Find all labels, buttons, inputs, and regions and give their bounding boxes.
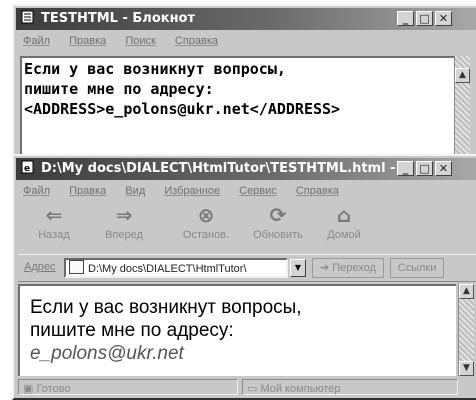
back-button[interactable]: ⇐ Назад <box>18 202 90 242</box>
zone-text: Мой компьютер <box>260 383 341 395</box>
close-button[interactable]: ✕ <box>435 161 452 176</box>
scroll-up-arrow-icon[interactable]: ▲ <box>455 68 470 83</box>
status-text: Готово <box>36 383 71 395</box>
links-button[interactable]: Ссылки <box>390 258 444 278</box>
refresh-label: Обновить <box>253 229 303 241</box>
zone-panel: ▭ Мой компьютер <box>242 379 458 395</box>
menu-help[interactable]: Справка <box>175 35 218 47</box>
forward-label: Вперед <box>105 229 143 241</box>
browser-title: D:\My docs\DIALECT\HtmlTutor\TESTHTML.ht… <box>41 161 396 176</box>
forward-icon: ⇒ <box>115 203 133 227</box>
notepad-text-area[interactable]: Если у вас возникнут вопросы, пишите мне… <box>20 56 456 166</box>
address-label: Адрес <box>24 261 56 273</box>
browser-page-icon: e <box>20 160 36 174</box>
page-icon <box>69 260 84 274</box>
refresh-button[interactable]: ⟳ Обновить <box>242 202 314 242</box>
browser-toolbar: ⇐ Назад ⇒ Вперед ⊗ Останов. ⟳ Обновить ⌂… <box>18 202 476 250</box>
menu-edit[interactable]: Правка <box>69 35 106 47</box>
menu-view[interactable]: Вид <box>125 185 145 197</box>
computer-icon: ▭ <box>247 383 258 395</box>
forward-button[interactable]: ⇒ Вперед <box>88 202 160 242</box>
browser-scrollbar[interactable]: ▲ ▼ <box>458 284 474 376</box>
notepad-title-bar[interactable]: TESTHTML - Блокнот _ □ ✕ <box>16 8 476 30</box>
stop-label: Останов. <box>182 229 230 241</box>
go-arrow-icon: ➔ <box>320 262 330 274</box>
go-button[interactable]: ➔ Переход <box>312 258 384 278</box>
notepad-line-2: пишите мне по адресу: <box>24 80 214 98</box>
status-page-icon: ▣ <box>23 383 34 395</box>
menu-help[interactable]: Справка <box>296 185 339 197</box>
minimize-button[interactable]: _ <box>397 161 414 176</box>
svg-text:e: e <box>24 164 30 174</box>
menu-edit[interactable]: Правка <box>69 185 106 197</box>
refresh-icon: ⟳ <box>269 203 287 227</box>
maximize-button[interactable]: □ <box>416 161 433 176</box>
notepad-title: TESTHTML - Блокнот <box>41 11 196 26</box>
status-panel: ▣ Готово <box>18 379 238 395</box>
menu-favorites[interactable]: Избранное <box>164 185 220 197</box>
notepad-scrollbar[interactable]: ▲ <box>454 56 470 162</box>
go-label: Переход <box>332 262 376 274</box>
back-label: Назад <box>38 229 70 241</box>
links-label: Ссылки <box>397 262 437 274</box>
browser-window: e D:\My docs\DIALECT\HtmlTutor\TESTHTML.… <box>12 154 476 400</box>
address-input[interactable]: D:\My docs\DIALECT\HtmlTutor\ <box>64 258 288 278</box>
back-icon: ⇐ <box>45 203 63 227</box>
browser-title-bar[interactable]: e D:\My docs\DIALECT\HtmlTutor\TESTHTML.… <box>16 158 476 180</box>
stop-icon: ⊗ <box>197 203 215 227</box>
content-address[interactable]: e_polons@ukr.net <box>20 342 456 365</box>
content-line-1: Если у вас возникнут вопросы, <box>30 297 302 318</box>
stop-button[interactable]: ⊗ Останов. <box>170 202 242 242</box>
menu-file[interactable]: Файл <box>23 35 50 47</box>
menu-tools[interactable]: Сервис <box>239 185 277 197</box>
notepad-line-3: <ADDRESS>e_polons@ukr.net</ADDRESS> <box>24 100 341 118</box>
address-dropdown-icon[interactable]: ▼ <box>290 259 306 277</box>
status-bar: ▣ Готово ▭ Мой компьютер <box>18 378 476 396</box>
page-content: Если у вас возникнут вопросы, пишите мне… <box>18 284 456 376</box>
home-icon: ⌂ <box>336 203 352 227</box>
browser-menu-bar: Файл Правка Вид Избранное Сервис Справка <box>16 182 476 200</box>
notepad-window: TESTHTML - Блокнот _ □ ✕ Файл Правка Пои… <box>12 4 476 166</box>
notepad-icon <box>20 10 36 24</box>
scroll-up-arrow-icon[interactable]: ▲ <box>459 284 474 299</box>
address-bar: Адрес D:\My docs\DIALECT\HtmlTutor\ ▼ ➔ … <box>18 254 476 282</box>
home-label: Домой <box>327 229 361 241</box>
address-value: D:\My docs\DIALECT\HtmlTutor\ <box>88 263 247 275</box>
scroll-down-arrow-icon[interactable]: ▼ <box>459 361 474 376</box>
content-line-2: пишите мне по адресу: <box>30 320 234 341</box>
menu-file[interactable]: Файл <box>23 185 50 197</box>
close-button[interactable]: ✕ <box>435 11 452 26</box>
minimize-button[interactable]: _ <box>397 11 414 26</box>
maximize-button[interactable]: □ <box>416 11 433 26</box>
notepad-line-1: Если у вас возникнут вопросы, <box>24 60 286 78</box>
menu-search[interactable]: Поиск <box>125 35 155 47</box>
home-button[interactable]: ⌂ Домой <box>308 202 380 242</box>
notepad-menu-bar: Файл Правка Поиск Справка <box>16 32 476 50</box>
